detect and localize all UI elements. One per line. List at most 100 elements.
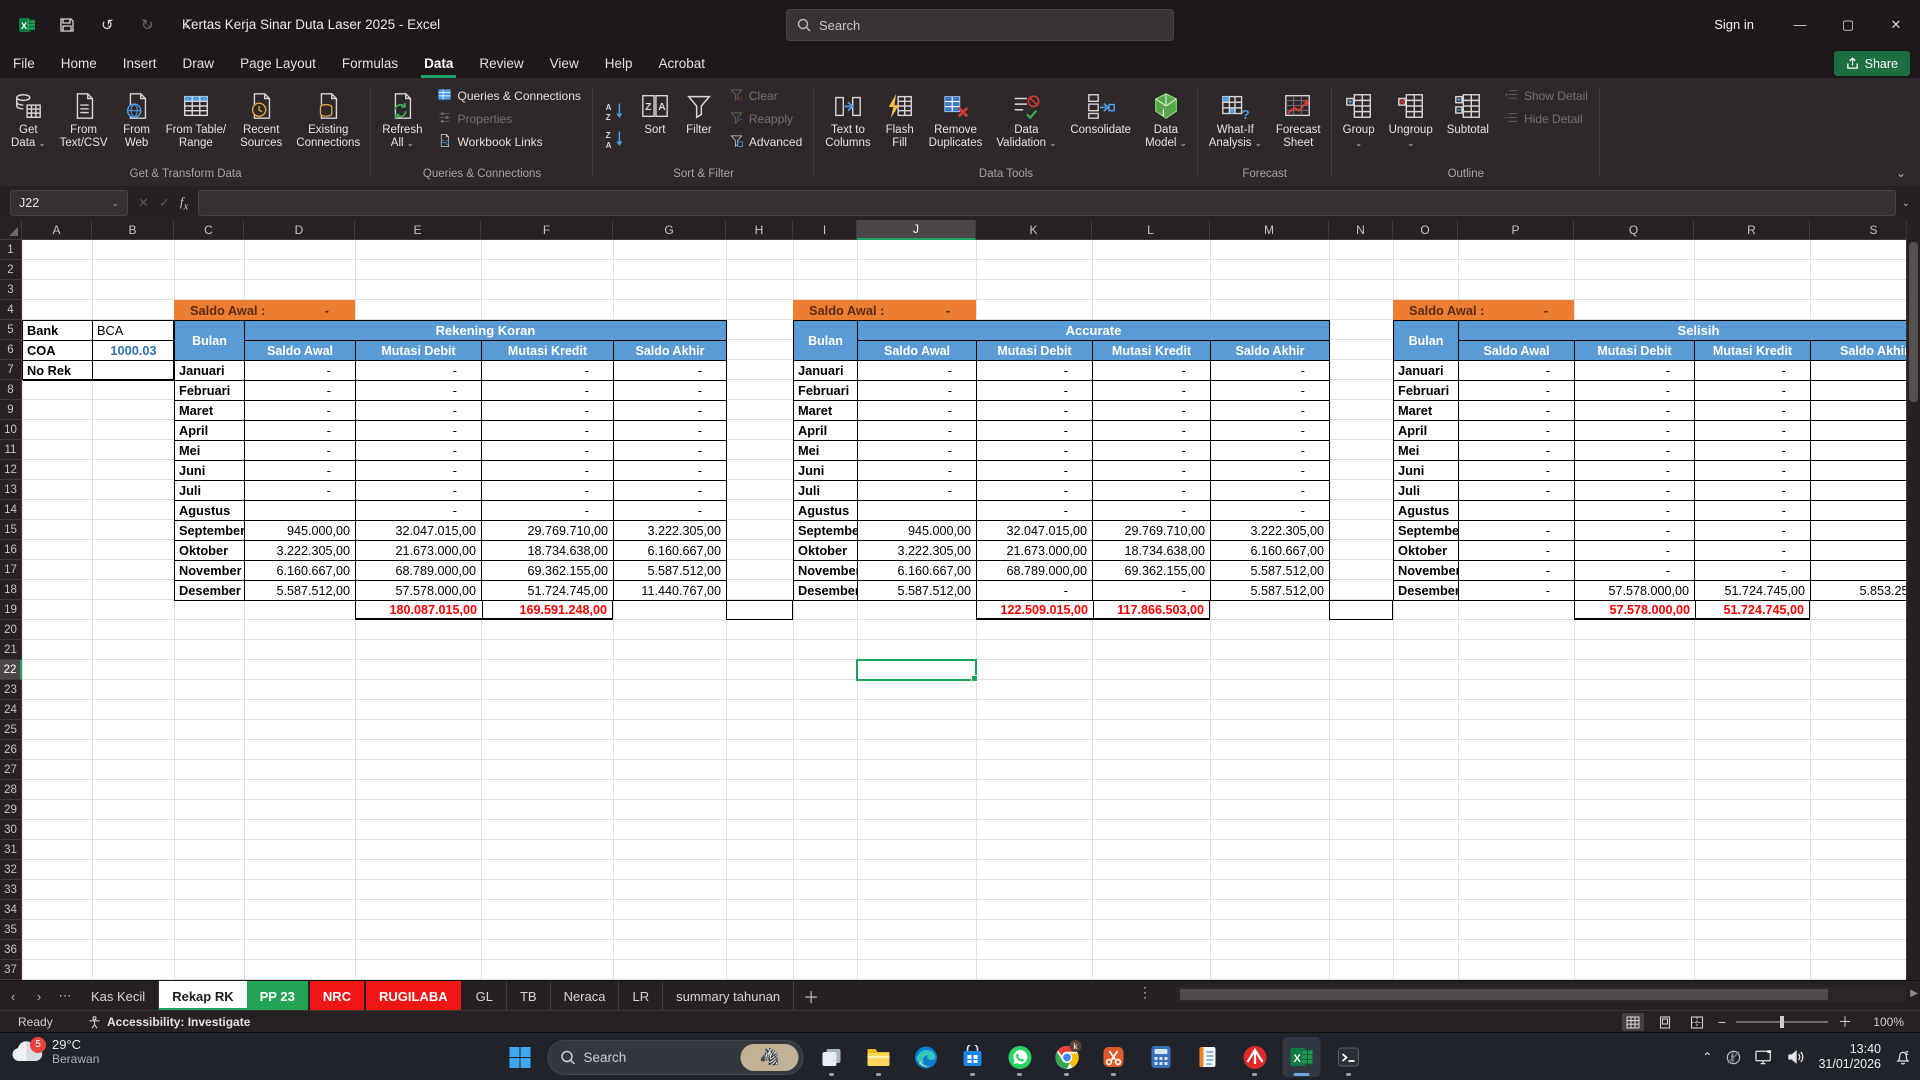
- taskbar-chrome-icon[interactable]: k: [1047, 1037, 1085, 1077]
- cell-D8[interactable]: -: [245, 381, 356, 401]
- column-header-J[interactable]: J: [857, 220, 976, 240]
- cell-G18[interactable]: 11.440.767,00: [614, 581, 727, 601]
- ribbon-sort-button[interactable]: ZASort: [633, 84, 677, 165]
- cell-M8[interactable]: -: [1211, 381, 1330, 401]
- row-header-8[interactable]: 8: [0, 380, 22, 400]
- cell-F8[interactable]: -: [482, 381, 614, 401]
- cell-L9[interactable]: -: [1093, 401, 1211, 421]
- cell-K19[interactable]: 122.509.015,00: [977, 601, 1093, 618]
- row-header-17[interactable]: 17: [0, 560, 22, 580]
- save-button[interactable]: [54, 12, 80, 38]
- scroll-right-icon[interactable]: ▶: [1910, 988, 1918, 999]
- sheet-tab-neraca[interactable]: Neraca: [551, 981, 620, 1011]
- worksheet-grid[interactable]: ABCDEFGHIJKLMNOPQRS123456789101112131415…: [0, 220, 1920, 980]
- ribbon-workbook-links-button[interactable]: Workbook Links: [433, 132, 584, 152]
- cell-O9[interactable]: Maret: [1394, 401, 1459, 421]
- row-header-24[interactable]: 24: [0, 700, 22, 720]
- ribbon-tab-data[interactable]: Data: [411, 49, 466, 78]
- cell-P17[interactable]: -: [1459, 561, 1575, 581]
- zoom-level[interactable]: 100%: [1862, 1015, 1904, 1029]
- taskbar-terminal-icon[interactable]: [1329, 1037, 1367, 1077]
- saldo-awal-banner-3[interactable]: Saldo Awal :-: [1393, 300, 1574, 320]
- cell-E7[interactable]: -: [356, 361, 482, 381]
- tab-overflow-icon[interactable]: ⋮: [1138, 984, 1152, 1001]
- formula-input[interactable]: [198, 190, 1895, 216]
- taskbar-microsoft-store-icon[interactable]: [953, 1037, 991, 1077]
- saldo-awal-banner-2[interactable]: Saldo Awal :-: [793, 300, 976, 320]
- cell-F15[interactable]: 29.769.710,00: [482, 521, 614, 541]
- cell-I16[interactable]: Oktober: [794, 541, 858, 561]
- cell-D16[interactable]: 3.222.305,00: [245, 541, 356, 561]
- cell-R13[interactable]: -: [1695, 481, 1811, 501]
- ribbon-sort-az-button[interactable]: AZ: [601, 100, 629, 122]
- cell-K12[interactable]: -: [977, 461, 1093, 481]
- row-header-10[interactable]: 10: [0, 420, 22, 440]
- column-header-G[interactable]: G: [613, 220, 726, 240]
- select-all-corner[interactable]: [0, 220, 22, 240]
- row-header-9[interactable]: 9: [0, 400, 22, 420]
- cell-J15[interactable]: 945.000,00: [858, 521, 977, 541]
- cell-S8[interactable]: -: [1811, 381, 1920, 401]
- no-internet-icon[interactable]: [1725, 1049, 1742, 1066]
- ribbon-from-text-csv-button[interactable]: FromText/CSV: [53, 84, 115, 165]
- cell-P9[interactable]: -: [1459, 401, 1575, 421]
- zoom-out-button[interactable]: −: [1718, 1014, 1726, 1030]
- cell-M7[interactable]: -: [1211, 361, 1330, 381]
- cell-O18[interactable]: Desember: [1394, 581, 1459, 601]
- cell-C17[interactable]: November: [175, 561, 245, 581]
- sheet-tab-pp-23[interactable]: PP 23: [247, 981, 310, 1011]
- cell-P14[interactable]: [1459, 501, 1575, 521]
- taskbar-snipping-tool-icon[interactable]: [1094, 1037, 1132, 1077]
- page-break-view-icon[interactable]: [1686, 1013, 1708, 1031]
- row-header-33[interactable]: 33: [0, 880, 22, 900]
- cell-I18[interactable]: Desember: [794, 581, 858, 601]
- cell-L7[interactable]: -: [1093, 361, 1211, 381]
- cell-F13[interactable]: -: [482, 481, 614, 501]
- cell-F12[interactable]: -: [482, 461, 614, 481]
- cell-E15[interactable]: 32.047.015,00: [356, 521, 482, 541]
- cell-P11[interactable]: -: [1459, 441, 1575, 461]
- zoom-in-button[interactable]: ＋: [1838, 1012, 1852, 1032]
- cell-I11[interactable]: Mei: [794, 441, 858, 461]
- row-header-28[interactable]: 28: [0, 780, 22, 800]
- cell-E9[interactable]: -: [356, 401, 482, 421]
- cell-S7[interactable]: -: [1811, 361, 1920, 381]
- cell-Q13[interactable]: -: [1575, 481, 1695, 501]
- ribbon-tab-page-layout[interactable]: Page Layout: [227, 49, 329, 78]
- cell-D10[interactable]: -: [245, 421, 356, 441]
- row-header-34[interactable]: 34: [0, 900, 22, 920]
- cell-K13[interactable]: -: [977, 481, 1093, 501]
- cell-C13[interactable]: Juli: [175, 481, 245, 501]
- start-button[interactable]: [500, 1037, 538, 1077]
- cell-L11[interactable]: -: [1093, 441, 1211, 461]
- column-header-E[interactable]: E: [355, 220, 481, 240]
- cell-S15[interactable]: -: [1811, 521, 1920, 541]
- cell-F7[interactable]: -: [482, 361, 614, 381]
- cell-O11[interactable]: Mei: [1394, 441, 1459, 461]
- row-header-7[interactable]: 7: [0, 360, 22, 380]
- cell-Q7[interactable]: -: [1575, 361, 1695, 381]
- ribbon-tab-view[interactable]: View: [537, 49, 592, 78]
- cell-F19[interactable]: 169.591.248,00: [482, 601, 612, 618]
- sheet-tab-kas-kecil[interactable]: Kas Kecil: [78, 981, 159, 1011]
- cell-G16[interactable]: 6.160.667,00: [614, 541, 727, 561]
- horizontal-scrollbar[interactable]: [1176, 987, 1906, 1002]
- cell-K10[interactable]: -: [977, 421, 1093, 441]
- cell-Q19[interactable]: 57.578.000,00: [1575, 601, 1695, 618]
- sheet-nav-right-icon[interactable]: ›: [26, 981, 52, 1011]
- row-header-5[interactable]: 5: [0, 320, 22, 340]
- cell-P8[interactable]: -: [1459, 381, 1575, 401]
- cell-K8[interactable]: -: [977, 381, 1093, 401]
- row-header-18[interactable]: 18: [0, 580, 22, 600]
- cell-A5[interactable]: Bank: [23, 321, 93, 341]
- cell-Q18[interactable]: 57.578.000,00: [1575, 581, 1695, 601]
- cell-I14[interactable]: Agustus: [794, 501, 858, 521]
- cell-Q9[interactable]: -: [1575, 401, 1695, 421]
- taskbar-search-box[interactable]: Search 🦓: [547, 1040, 803, 1075]
- ribbon-tab-home[interactable]: Home: [48, 49, 110, 78]
- cell-N19[interactable]: [1329, 600, 1393, 620]
- sheet-tab-nrc[interactable]: NRC: [310, 981, 366, 1011]
- normal-view-icon[interactable]: [1622, 1013, 1644, 1031]
- sheet-nav-left-icon[interactable]: ‹: [0, 981, 26, 1011]
- vertical-scrollbar-thumb[interactable]: [1909, 242, 1918, 402]
